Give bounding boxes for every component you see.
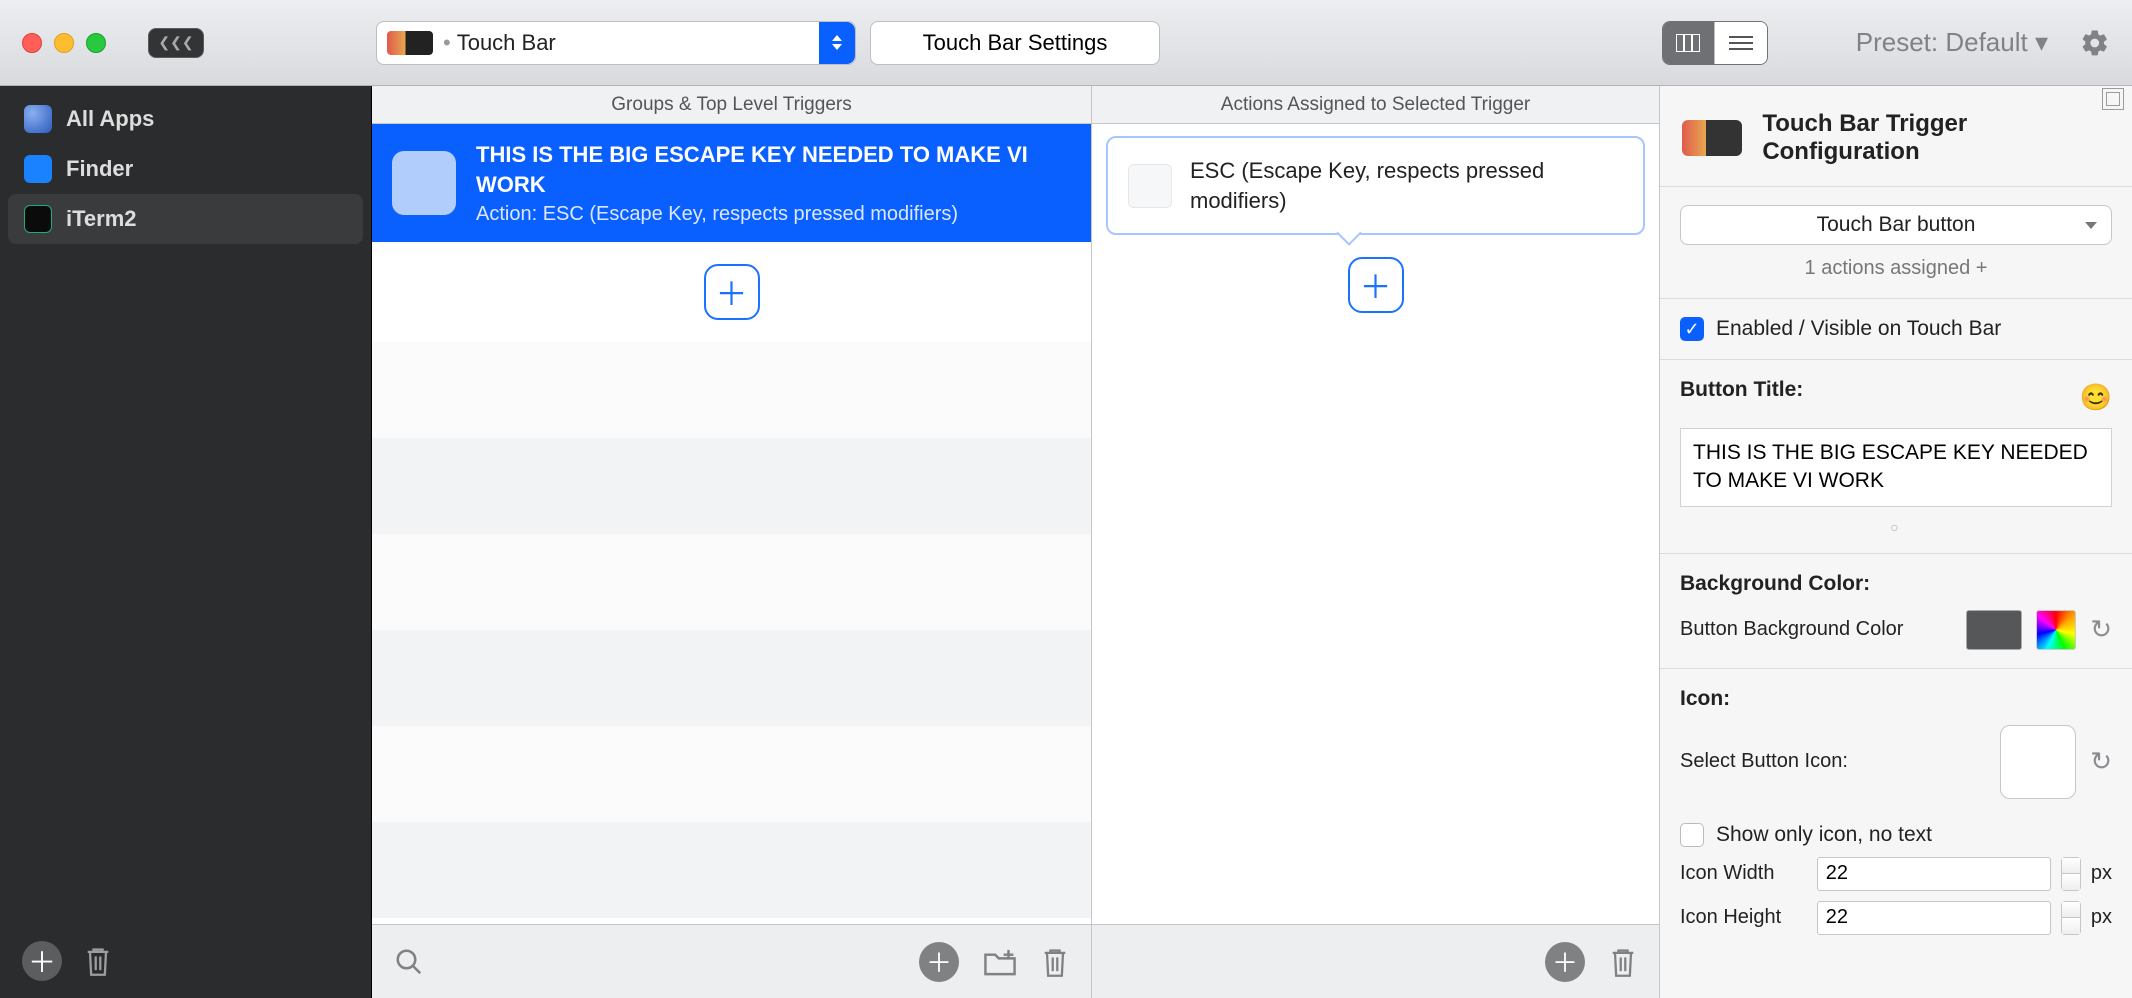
- bg-color-swatch[interactable]: [1966, 610, 2022, 650]
- show-only-icon-label: Show only icon, no text: [1716, 823, 1932, 847]
- action-thumb: [1128, 164, 1172, 208]
- trigger-type-value: Touch Bar: [457, 30, 556, 56]
- config-header: Touch Bar Trigger Configuration: [1660, 86, 2132, 186]
- trigger-thumb: [392, 151, 456, 215]
- delete-app-button[interactable]: [84, 945, 112, 977]
- gear-icon[interactable]: [2080, 28, 2110, 58]
- enabled-section: ✓ Enabled / Visible on Touch Bar: [1660, 298, 2132, 359]
- add-app-button[interactable]: ＋: [22, 941, 62, 981]
- touchbar-settings-button[interactable]: Touch Bar Settings: [870, 21, 1160, 65]
- icon-height-input[interactable]: [1817, 901, 2051, 935]
- triggers-footer: ＋: [372, 924, 1091, 998]
- collapse-sidebar-button[interactable]: ❮❮❮: [148, 28, 204, 58]
- settings-button-label: Touch Bar Settings: [923, 30, 1108, 56]
- action-list: ESC (Escape Key, respects pressed modifi…: [1092, 124, 1659, 924]
- new-folder-button[interactable]: [983, 947, 1017, 977]
- emoji-picker-icon[interactable]: 😊: [2080, 382, 2112, 413]
- enabled-label: Enabled / Visible on Touch Bar: [1716, 317, 2001, 341]
- icon-height-stepper[interactable]: [2061, 901, 2081, 935]
- trigger-kind-select[interactable]: Touch Bar button: [1680, 205, 2112, 245]
- trigger-title: THIS IS THE BIG ESCAPE KEY NEEDED TO MAK…: [476, 140, 1071, 199]
- triggers-column: Groups & Top Level Triggers THIS IS THE …: [372, 86, 1092, 998]
- icon-section: Icon: Select Button Icon: ↻: [1660, 668, 2132, 817]
- sidebar-footer: ＋: [0, 924, 371, 998]
- delete-trigger-button[interactable]: [1041, 946, 1069, 978]
- actions-footer: ＋: [1092, 924, 1659, 998]
- reset-color-icon[interactable]: ↻: [2090, 614, 2112, 645]
- config-panel: Touch Bar Trigger Configuration Touch Ba…: [1660, 86, 2132, 998]
- column-view-icon[interactable]: [1663, 22, 1715, 64]
- background-section: Background Color: Button Background Colo…: [1660, 553, 2132, 668]
- icon-well[interactable]: [2000, 725, 2076, 799]
- action-title: ESC (Escape Key, respects pressed modifi…: [1190, 156, 1623, 215]
- add-action-button[interactable]: ＋: [1348, 257, 1404, 313]
- add-trigger-button[interactable]: ＋: [919, 942, 959, 982]
- finder-icon: [24, 155, 52, 183]
- add-trigger-inline-button[interactable]: ＋: [704, 264, 760, 320]
- icon-width-label: Icon Width: [1680, 862, 1807, 885]
- icon-width-input[interactable]: [1817, 857, 2051, 891]
- sidebar-item-label: iTerm2: [66, 206, 137, 232]
- select-icon-label: Select Button Icon:: [1680, 750, 1986, 773]
- background-section-label: Background Color:: [1680, 572, 2112, 596]
- actions-assigned-link[interactable]: 1 actions assigned +: [1680, 257, 2112, 280]
- touchbar-icon: [387, 31, 433, 55]
- actions-column: Actions Assigned to Selected Trigger ESC…: [1092, 86, 1660, 998]
- button-title-section: Button Title: 😊 ○: [1660, 359, 2132, 553]
- sidebar-item-label: All Apps: [66, 106, 154, 132]
- iterm-icon: [24, 205, 52, 233]
- add-action-footer-button[interactable]: ＋: [1545, 942, 1585, 982]
- popout-icon[interactable]: [2102, 88, 2124, 110]
- icon-height-label: Icon Height: [1680, 906, 1807, 929]
- triggers-header: Groups & Top Level Triggers: [372, 86, 1091, 124]
- show-only-icon-checkbox[interactable]: [1680, 823, 1704, 847]
- sidebar-item-allapps[interactable]: All Apps: [8, 94, 363, 144]
- icon-options-section: Show only icon, no text Icon Width px Ic…: [1660, 817, 2132, 953]
- bg-color-label: Button Background Color: [1680, 618, 1952, 641]
- preset-selector[interactable]: Preset: Default ▾: [1856, 27, 2048, 58]
- enabled-checkbox[interactable]: ✓: [1680, 317, 1704, 341]
- config-title: Touch Bar Trigger Configuration: [1762, 110, 2110, 166]
- view-mode-segment[interactable]: [1662, 21, 1768, 65]
- icon-width-stepper[interactable]: [2061, 857, 2081, 891]
- sidebar-item-iterm2[interactable]: iTerm2: [8, 194, 363, 244]
- delete-action-button[interactable]: [1609, 946, 1637, 978]
- zoom-window[interactable]: [86, 33, 106, 53]
- app-sidebar: All Apps Finder iTerm2 ＋: [0, 86, 372, 998]
- window-controls: ❮❮❮: [22, 28, 362, 58]
- unit-label: px: [2091, 862, 2112, 885]
- color-picker-icon[interactable]: [2036, 610, 2076, 650]
- button-title-input[interactable]: [1680, 428, 2112, 507]
- sidebar-item-label: Finder: [66, 156, 133, 182]
- touchbar-icon: [1682, 120, 1742, 156]
- button-title-label: Button Title:: [1680, 378, 1803, 402]
- trigger-type-dropdown[interactable]: • Touch Bar: [376, 21, 856, 65]
- unit-label: px: [2091, 906, 2112, 929]
- icon-section-label: Icon:: [1680, 687, 2112, 711]
- close-window[interactable]: [22, 33, 42, 53]
- list-view-icon[interactable]: [1715, 22, 1767, 64]
- search-icon[interactable]: [394, 947, 424, 977]
- trigger-item[interactable]: THIS IS THE BIG ESCAPE KEY NEEDED TO MAK…: [372, 124, 1091, 242]
- actions-header: Actions Assigned to Selected Trigger: [1092, 86, 1659, 124]
- resize-grip[interactable]: ○: [1680, 519, 2112, 535]
- minimize-window[interactable]: [54, 33, 74, 53]
- titlebar: ❮❮❮ • Touch Bar Touch Bar Settings Prese…: [0, 0, 2132, 86]
- globe-icon: [24, 105, 52, 133]
- reset-icon-icon[interactable]: ↻: [2090, 746, 2112, 777]
- dropdown-arrows-icon: [819, 22, 855, 64]
- trigger-kind-section: Touch Bar button 1 actions assigned +: [1660, 186, 2132, 298]
- sidebar-item-finder[interactable]: Finder: [8, 144, 363, 194]
- action-item[interactable]: ESC (Escape Key, respects pressed modifi…: [1106, 136, 1645, 235]
- trigger-subtitle: Action: ESC (Escape Key, respects presse…: [476, 203, 1071, 226]
